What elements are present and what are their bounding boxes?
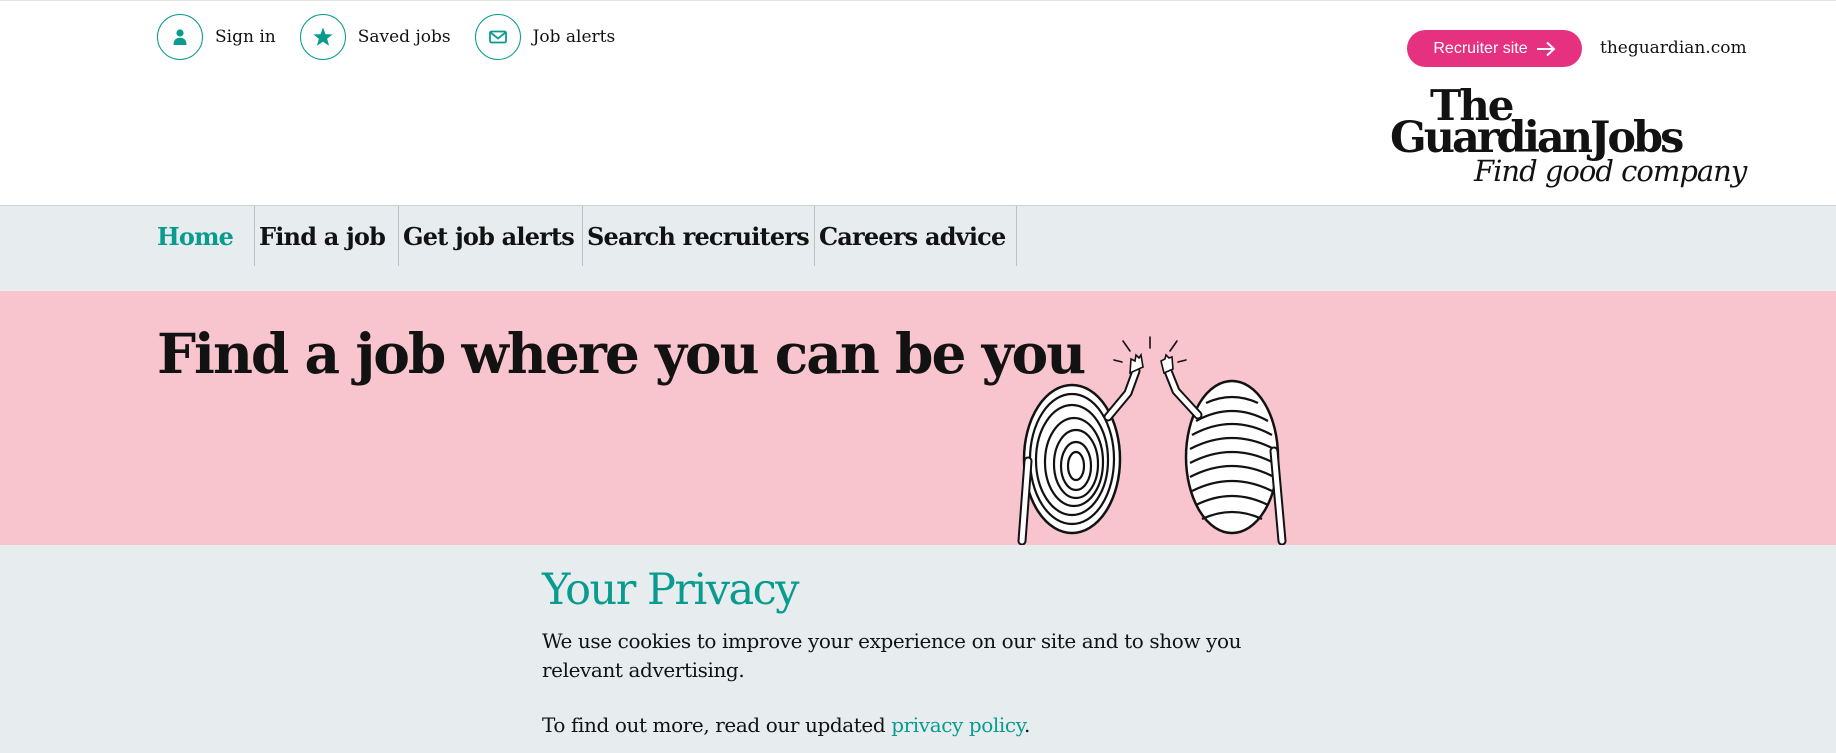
site-header: Sign in Saved jobs Job alerts Recruiter …	[0, 0, 1836, 205]
nav-item-label: Careers advice	[819, 221, 1006, 251]
nav-item-label: Get job alerts	[403, 221, 575, 251]
nav-item-find-a-job[interactable]: Find a job	[255, 206, 399, 266]
nav-item-label: Search recruiters	[587, 221, 810, 251]
saved-jobs-label: Saved jobs	[357, 27, 451, 47]
recruiter-site-button[interactable]: Recruiter site	[1407, 30, 1582, 67]
hero-banner: Find a job where you can be you	[0, 291, 1836, 545]
privacy-banner: Your Privacy We use cookies to improve y…	[0, 545, 1836, 753]
job-alerts-link[interactable]: Job alerts	[474, 14, 616, 60]
privacy-more-text: To find out more, read our updated priva…	[542, 713, 1302, 737]
arrow-right-icon	[1536, 41, 1556, 57]
nav-item-home[interactable]: Home	[157, 206, 255, 266]
nav-item-label: Find a job	[259, 221, 386, 251]
nav-item-careers-advice[interactable]: Careers advice	[815, 206, 1017, 266]
privacy-title: Your Privacy	[542, 565, 800, 615]
logo-tagline: Find good company	[1474, 154, 1747, 188]
main-nav: Home Find a job Get job alerts Search re…	[0, 205, 1836, 291]
job-alerts-label: Job alerts	[532, 27, 616, 47]
privacy-policy-link[interactable]: privacy policy	[891, 713, 1024, 737]
hero-title: Find a job where you can be you	[157, 321, 1086, 386]
privacy-more-prefix: To find out more, read our updated	[542, 713, 886, 737]
saved-jobs-link[interactable]: Saved jobs	[299, 14, 451, 60]
recruiter-site-label: Recruiter site	[1433, 39, 1528, 57]
person-icon	[157, 14, 203, 60]
envelope-icon	[474, 14, 521, 60]
sign-in-link[interactable]: Sign in	[157, 14, 276, 60]
privacy-text: We use cookies to improve your experienc…	[542, 629, 1242, 682]
nav-item-search-recruiters[interactable]: Search recruiters	[583, 206, 815, 266]
nav-item-label: Home	[157, 221, 234, 251]
privacy-more-suffix: .	[1023, 713, 1030, 737]
fingerprint-high-five-illustration	[1017, 336, 1287, 545]
guardian-site-link[interactable]: theguardian.com	[1600, 38, 1747, 58]
utility-nav: Sign in Saved jobs Job alerts	[157, 14, 639, 60]
guardian-jobs-logo[interactable]: The GuardianJobs Find good company	[1388, 85, 1747, 195]
sign-in-label: Sign in	[215, 27, 276, 47]
star-icon	[299, 14, 346, 60]
nav-item-get-job-alerts[interactable]: Get job alerts	[399, 206, 583, 266]
